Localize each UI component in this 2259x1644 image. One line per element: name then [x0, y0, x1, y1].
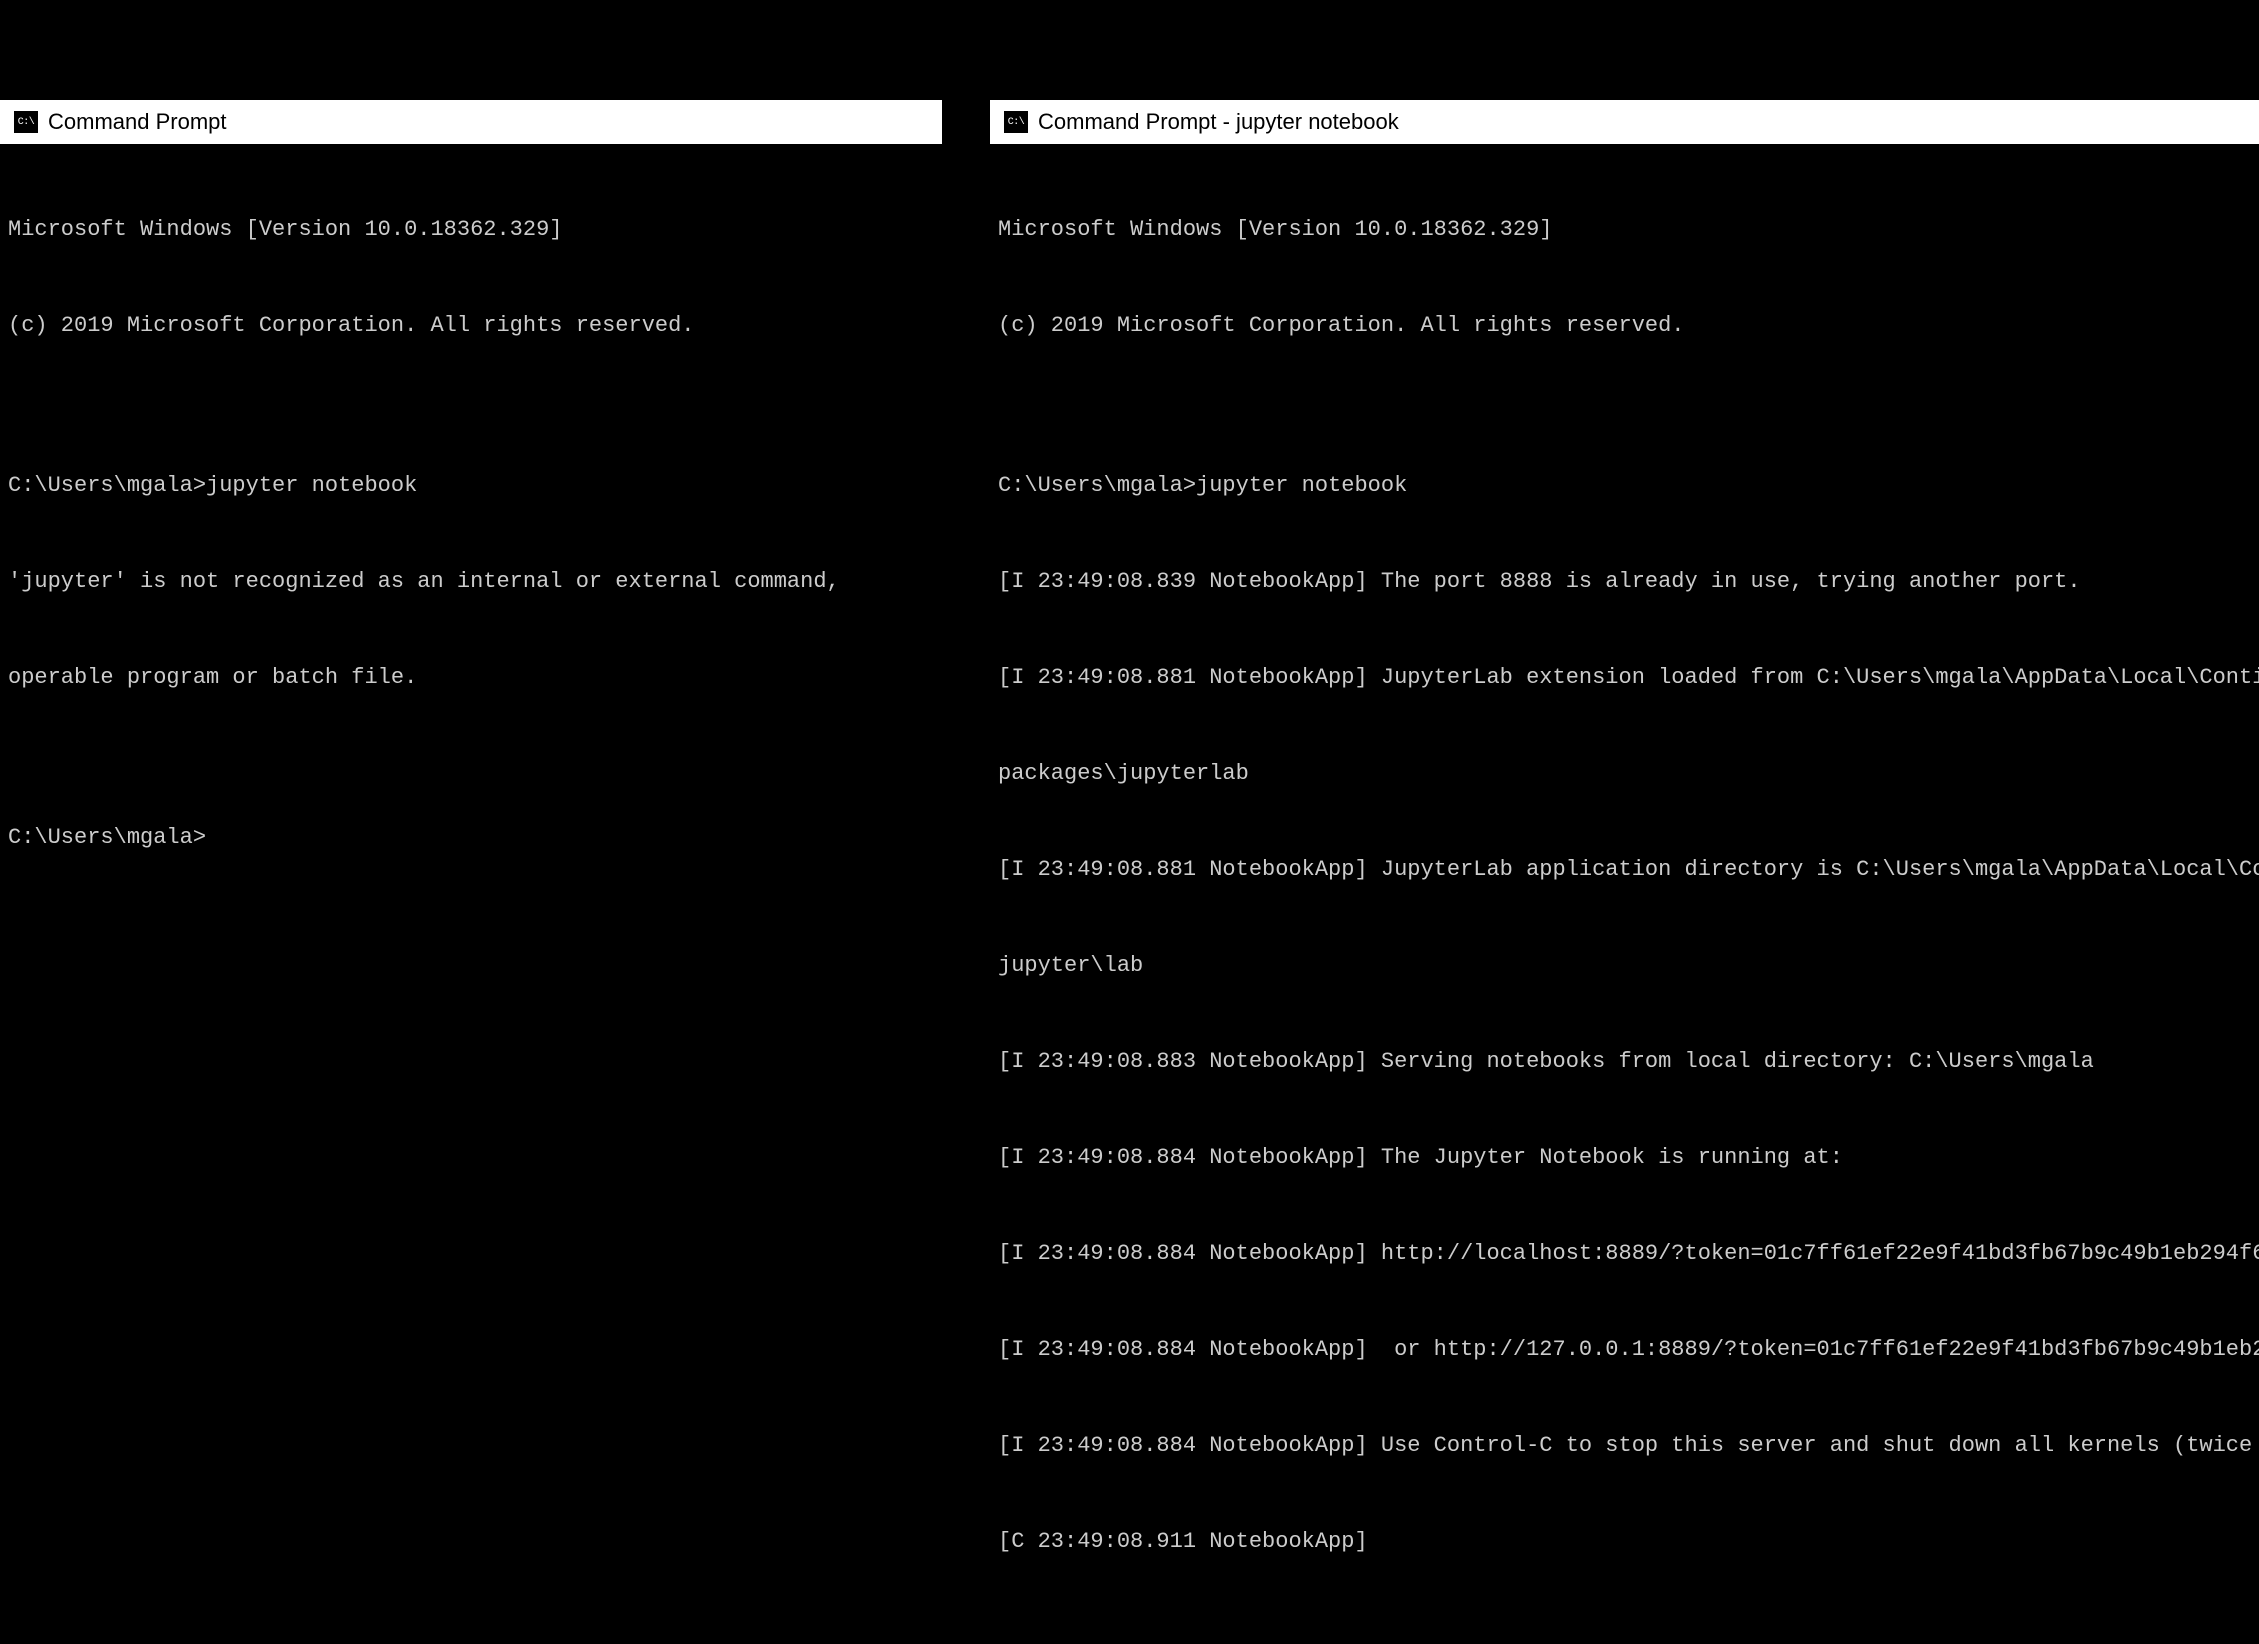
- terminal-line: [C 23:49:08.911 NotebookApp]: [998, 1526, 2251, 1558]
- cmd-icon: C:\: [14, 111, 38, 133]
- terminal-line: C:\Users\mgala>jupyter notebook: [8, 470, 934, 502]
- titlebar-left[interactable]: C:\ Command Prompt: [0, 100, 942, 144]
- terminal-output-left[interactable]: Microsoft Windows [Version 10.0.18362.32…: [0, 144, 942, 926]
- cmd-window-right: C:\ Command Prompt - jupyter notebook Mi…: [990, 100, 2259, 820]
- terminal-line: C:\Users\mgala>jupyter notebook: [998, 470, 2251, 502]
- terminal-line: 'jupyter' is not recognized as an intern…: [8, 566, 934, 598]
- titlebar-right[interactable]: C:\ Command Prompt - jupyter notebook: [990, 100, 2259, 144]
- terminal-line: packages\jupyterlab: [998, 758, 2251, 790]
- cmd-window-left: C:\ Command Prompt Microsoft Windows [Ve…: [0, 100, 942, 440]
- terminal-output-right[interactable]: Microsoft Windows [Version 10.0.18362.32…: [990, 144, 2259, 1644]
- terminal-line: [I 23:49:08.839 NotebookApp] The port 88…: [998, 566, 2251, 598]
- terminal-line: [I 23:49:08.884 NotebookApp] The Jupyter…: [998, 1142, 2251, 1174]
- window-title: Command Prompt: [48, 109, 227, 135]
- terminal-line: jupyter\lab: [998, 950, 2251, 982]
- terminal-line: [I 23:49:08.884 NotebookApp] or http://1…: [998, 1334, 2251, 1366]
- terminal-line: [I 23:49:08.881 NotebookApp] JupyterLab …: [998, 662, 2251, 694]
- terminal-line: [I 23:49:08.884 NotebookApp] Use Control…: [998, 1430, 2251, 1462]
- terminal-line: (c) 2019 Microsoft Corporation. All righ…: [8, 310, 934, 342]
- terminal-line: operable program or batch file.: [8, 662, 934, 694]
- terminal-line: (c) 2019 Microsoft Corporation. All righ…: [998, 310, 2251, 342]
- cmd-icon: C:\: [1004, 111, 1028, 133]
- terminal-line: [I 23:49:08.881 NotebookApp] JupyterLab …: [998, 854, 2251, 886]
- window-title: Command Prompt - jupyter notebook: [1038, 109, 1399, 135]
- terminal-line: Microsoft Windows [Version 10.0.18362.32…: [998, 214, 2251, 246]
- terminal-line: Microsoft Windows [Version 10.0.18362.32…: [8, 214, 934, 246]
- terminal-line: [I 23:49:08.884 NotebookApp] http://loca…: [998, 1238, 2251, 1270]
- terminal-line: [I 23:49:08.883 NotebookApp] Serving not…: [998, 1046, 2251, 1078]
- terminal-prompt[interactable]: C:\Users\mgala>: [8, 822, 934, 854]
